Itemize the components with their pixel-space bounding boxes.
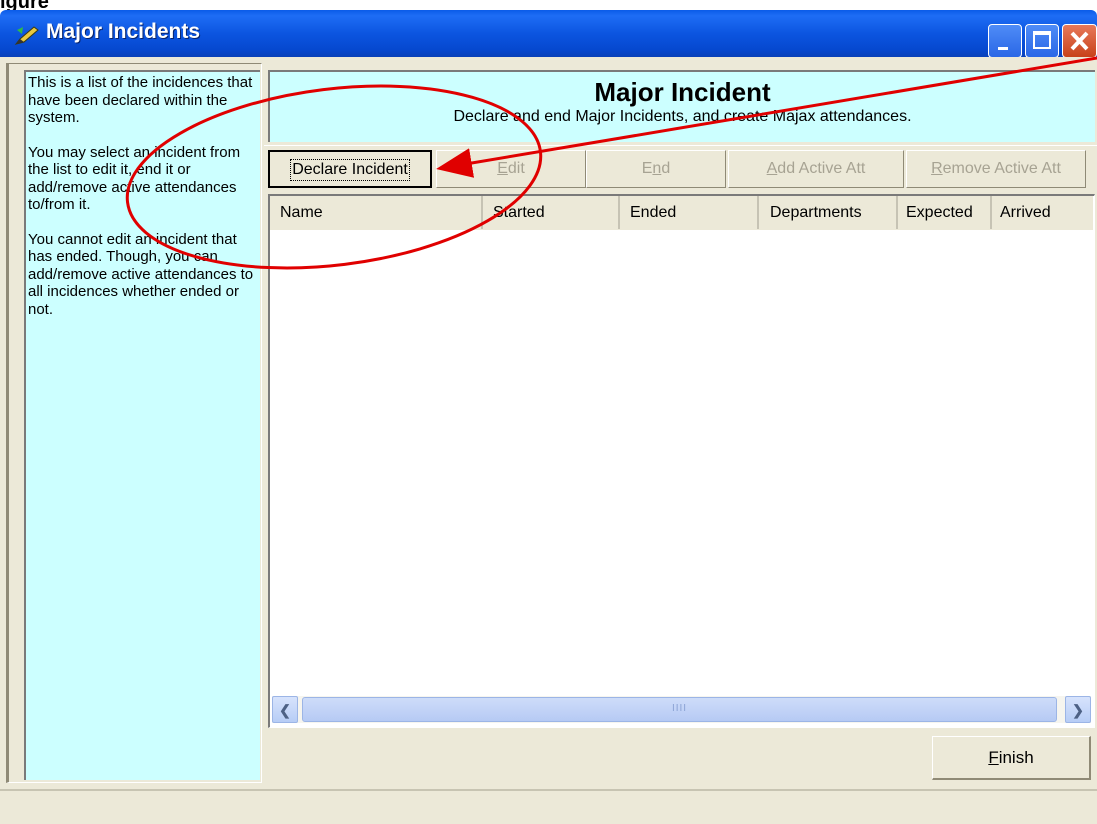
column-header-name[interactable]: Name — [270, 196, 483, 229]
help-paragraph: This is a list of the incidences that ha… — [28, 74, 253, 126]
header-subtitle: Declare and end Major Incidents, and cre… — [453, 108, 912, 125]
pencil-app-icon — [14, 24, 40, 46]
window-title: Major Incidents — [46, 20, 201, 43]
edit-label: Edit — [497, 160, 525, 177]
column-header-arrived[interactable]: Arrived — [992, 196, 1093, 229]
end-button[interactable]: End — [586, 150, 726, 188]
finish-label: Finish — [988, 748, 1034, 767]
header-title: Major Incident — [594, 77, 771, 107]
minimize-button[interactable] — [988, 24, 1022, 58]
declare-incident-label: Declare Incident — [290, 159, 410, 181]
scroll-thumb[interactable]: IIII — [302, 697, 1057, 722]
help-panel: This is a list of the incidences that ha… — [24, 70, 260, 780]
remove-active-att-button[interactable]: Remove Active Att — [906, 150, 1086, 188]
close-button[interactable] — [1062, 24, 1097, 58]
finish-button[interactable]: Finish — [932, 736, 1091, 780]
help-paragraph: You may select an incident from the list… — [28, 143, 241, 214]
edit-button[interactable]: Edit — [436, 150, 586, 188]
add-active-att-label: Add Active Att — [766, 160, 866, 177]
minimize-icon — [998, 47, 1008, 50]
column-header-departments[interactable]: Departments — [759, 196, 898, 229]
close-icon — [1070, 31, 1089, 51]
toolbar: Declare Incident Edit End Add Active Att… — [264, 145, 1097, 192]
help-paragraph: You cannot edit an incident that has end… — [28, 230, 254, 318]
maximize-icon — [1033, 31, 1051, 49]
column-header-expected[interactable]: Expected — [898, 196, 992, 229]
chevron-left-icon: ❮ — [279, 702, 291, 718]
chevron-right-icon: ❯ — [1072, 702, 1084, 718]
title-bar[interactable]: Major Incidents — [0, 10, 1097, 58]
column-header-started[interactable]: Started — [483, 196, 620, 229]
add-active-att-button[interactable]: Add Active Att — [728, 150, 904, 188]
scroll-right-button[interactable]: ❯ — [1065, 696, 1091, 723]
end-label: End — [641, 160, 671, 177]
scroll-left-button[interactable]: ❮ — [272, 696, 298, 723]
scroll-grip: IIII — [671, 703, 688, 714]
declare-incident-button[interactable]: Declare Incident — [268, 150, 432, 188]
maximize-button[interactable] — [1025, 24, 1059, 58]
header-panel: Major Incident Declare and end Major Inc… — [268, 70, 1095, 142]
status-bar — [0, 789, 1097, 824]
horizontal-scrollbar[interactable]: ❮ IIII ❯ — [272, 696, 1091, 723]
column-header-ended[interactable]: Ended — [620, 196, 759, 229]
list-header: Name Started Ended Departments Expected … — [270, 196, 1093, 230]
incident-list[interactable]: Name Started Ended Departments Expected … — [268, 194, 1095, 728]
remove-active-att-label: Remove Active Att — [931, 160, 1061, 177]
